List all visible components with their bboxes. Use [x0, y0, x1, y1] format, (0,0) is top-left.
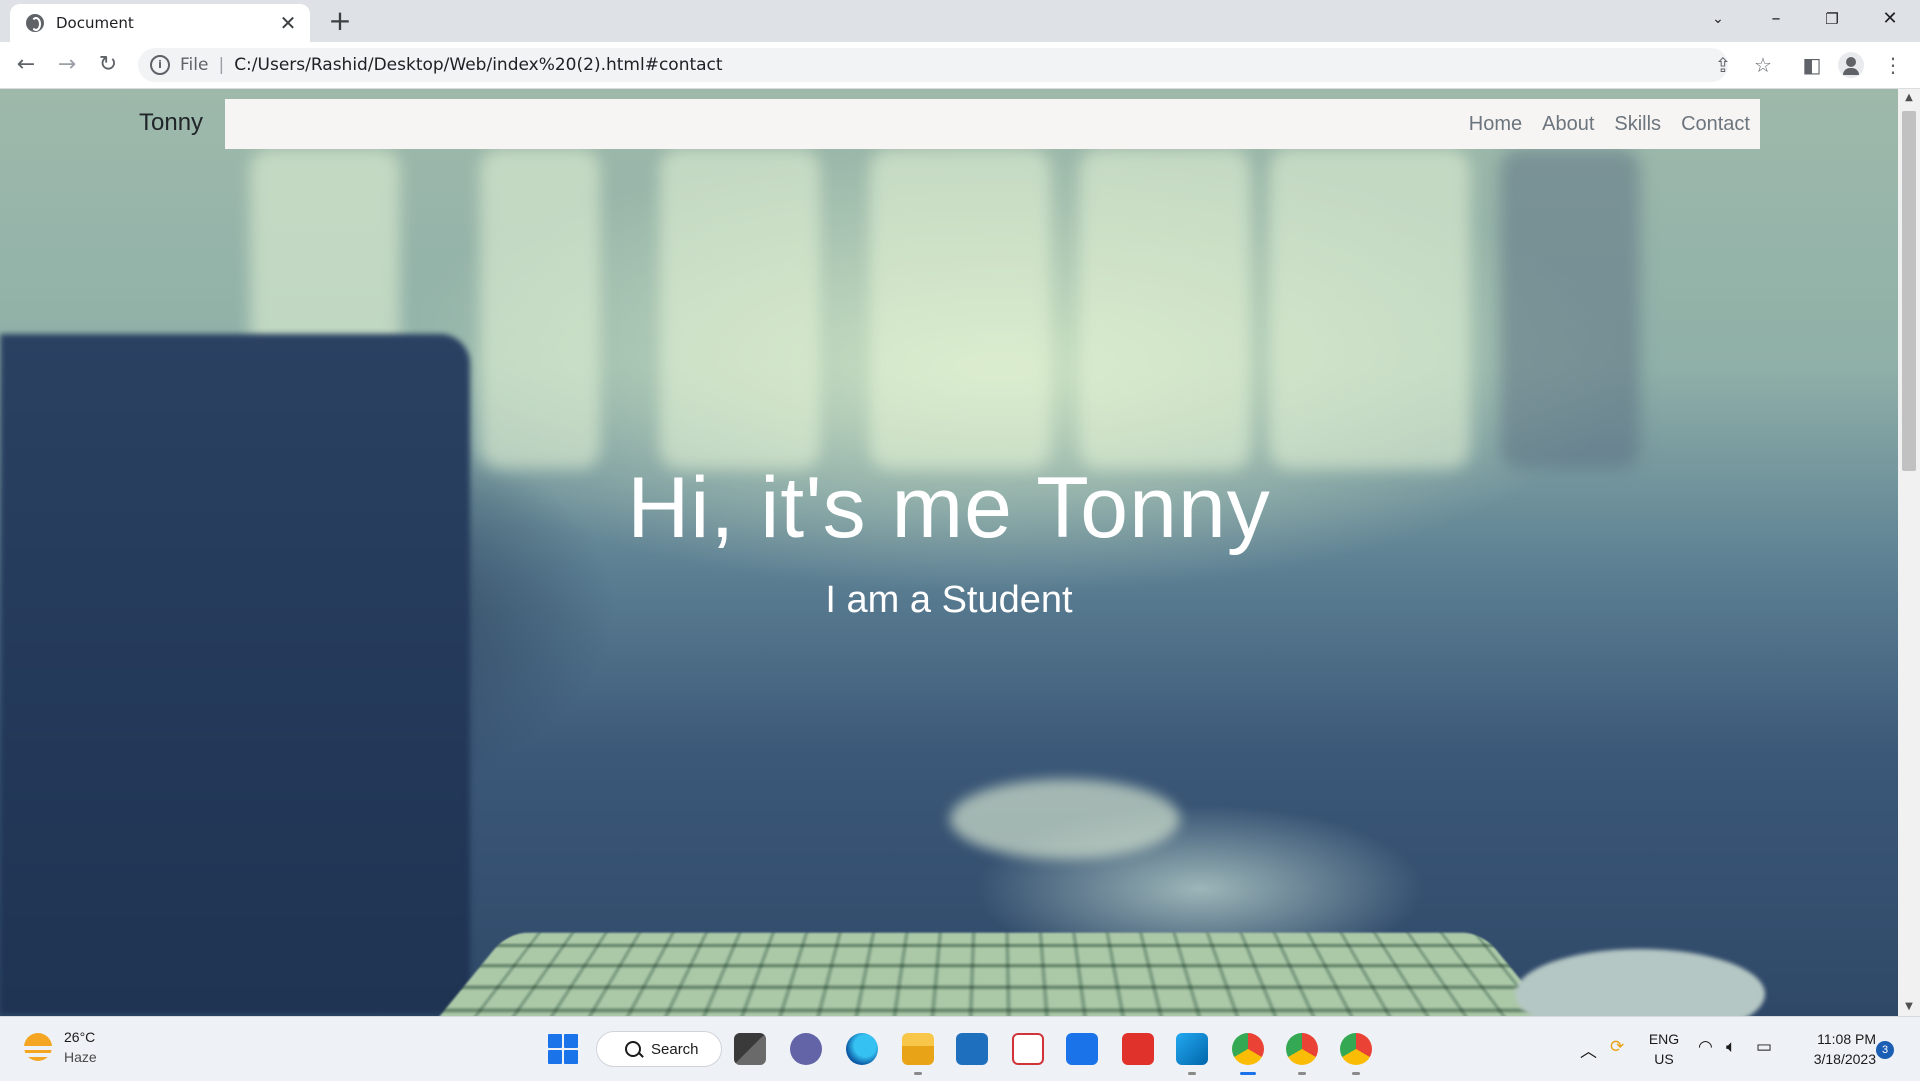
reload-icon[interactable]: ↻ — [92, 49, 124, 81]
task-view-icon[interactable] — [734, 1033, 766, 1065]
vscode-icon[interactable] — [1176, 1033, 1208, 1075]
gift-app-icon[interactable] — [1012, 1033, 1044, 1065]
mail-icon[interactable] — [1066, 1033, 1098, 1065]
back-icon[interactable]: ← — [10, 49, 42, 81]
start-button-icon[interactable] — [548, 1034, 578, 1064]
language-region: US — [1654, 1051, 1674, 1067]
search-icon — [625, 1041, 641, 1057]
teams-chat-icon[interactable] — [790, 1033, 822, 1065]
weather-temperature[interactable]: 26°C — [64, 1029, 95, 1045]
address-bar[interactable]: i File | C:/Users/Rashid/Desktop/Web/ind… — [138, 48, 1728, 82]
nav-link-contact[interactable]: Contact — [1681, 113, 1750, 136]
laptop-shape — [0, 334, 470, 1014]
wifi-icon[interactable]: ◠ — [1698, 1037, 1713, 1057]
side-panel-icon[interactable]: ◧ — [1797, 50, 1827, 80]
scheme-label: File — [180, 55, 209, 75]
hero-subtitle: I am a Student — [825, 579, 1073, 621]
page-viewport: Tonny Home About Skills Contact Hi, it's… — [0, 89, 1898, 1016]
sync-icon[interactable]: ⟳ — [1610, 1037, 1624, 1057]
mouse-shape — [1515, 949, 1765, 1016]
weather-condition[interactable]: Haze — [64, 1049, 97, 1065]
nav-link-about[interactable]: About — [1542, 113, 1594, 136]
scrollbar-thumb[interactable] — [1902, 111, 1916, 471]
close-window-icon[interactable]: ✕ — [1862, 0, 1918, 38]
new-tab-button[interactable]: + — [325, 6, 355, 36]
cup-shape — [950, 779, 1180, 859]
nav-link-skills[interactable]: Skills — [1614, 113, 1661, 136]
file-explorer-icon[interactable] — [902, 1033, 934, 1075]
site-info-icon[interactable]: i — [150, 55, 170, 75]
url-text[interactable]: C:/Users/Rashid/Desktop/Web/index%20(2).… — [234, 55, 722, 75]
language-indicator[interactable]: ENG US — [1646, 1029, 1682, 1069]
show-hidden-icons-chevron-icon[interactable]: ︿ — [1580, 1037, 1597, 1062]
battery-icon[interactable]: ▭ — [1756, 1037, 1772, 1057]
notification-badge[interactable]: 3 — [1876, 1041, 1894, 1059]
minimize-icon[interactable]: – — [1748, 0, 1804, 38]
weather-haze-icon[interactable] — [22, 1033, 54, 1061]
site-brand[interactable]: Tonny — [139, 109, 203, 137]
keyboard-shape — [425, 932, 1565, 1016]
volume-icon[interactable]: 🔈︎ — [1726, 1037, 1736, 1057]
system-clock[interactable]: 11:08 PM 3/18/2023 — [1786, 1029, 1876, 1069]
edge-icon[interactable] — [846, 1033, 878, 1065]
clock-time: 11:08 PM — [1817, 1031, 1876, 1047]
chrome-profile-icon[interactable] — [1286, 1033, 1318, 1075]
hero-title: Hi, it's me Tonny — [627, 460, 1271, 556]
browser-toolbar: ← → ↻ i File | C:/Users/Rashid/Desktop/W… — [0, 42, 1920, 89]
forward-icon[interactable]: → — [51, 49, 83, 81]
profile-avatar-icon[interactable] — [1838, 52, 1864, 78]
bookmark-star-icon[interactable]: ☆ — [1750, 52, 1776, 78]
page-scrollbar[interactable]: ▲ ▼ — [1898, 89, 1920, 1016]
browser-tab[interactable]: Document ✕ — [10, 4, 310, 42]
microsoft-store-icon[interactable] — [956, 1033, 988, 1065]
chrome-icon[interactable] — [1232, 1033, 1264, 1075]
share-icon[interactable]: ⇪ — [1710, 52, 1736, 78]
tab-title: Document — [56, 14, 134, 32]
scroll-up-icon[interactable]: ▲ — [1898, 89, 1920, 107]
tab-search-icon[interactable]: ⌄ — [1690, 0, 1746, 38]
menu-kebab-icon[interactable]: ⋮ — [1878, 50, 1908, 80]
scroll-down-icon[interactable]: ▼ — [1898, 998, 1920, 1016]
tab-strip: Document ✕ + ⌄ – ❐ ✕ — [0, 0, 1920, 42]
search-label: Search — [651, 1040, 699, 1058]
language-code: ENG — [1648, 1031, 1680, 1047]
globe-icon — [26, 14, 44, 32]
taskbar-search-button[interactable]: Search — [596, 1031, 722, 1067]
chrome-profile-t-icon[interactable] — [1340, 1033, 1372, 1075]
nav-link-home[interactable]: Home — [1469, 113, 1522, 136]
address-separator: | — [218, 55, 225, 75]
anydesk-icon[interactable] — [1122, 1033, 1154, 1065]
clock-date: 3/18/2023 — [1813, 1051, 1876, 1067]
site-navbar: Home About Skills Contact — [225, 99, 1760, 149]
close-tab-icon[interactable]: ✕ — [276, 11, 300, 35]
restore-icon[interactable]: ❐ — [1804, 0, 1860, 38]
windows-taskbar: 26°C Haze Search ︿ ⟳ ENG US ◠ 🔈︎ ▭ 11:08… — [0, 1016, 1920, 1081]
